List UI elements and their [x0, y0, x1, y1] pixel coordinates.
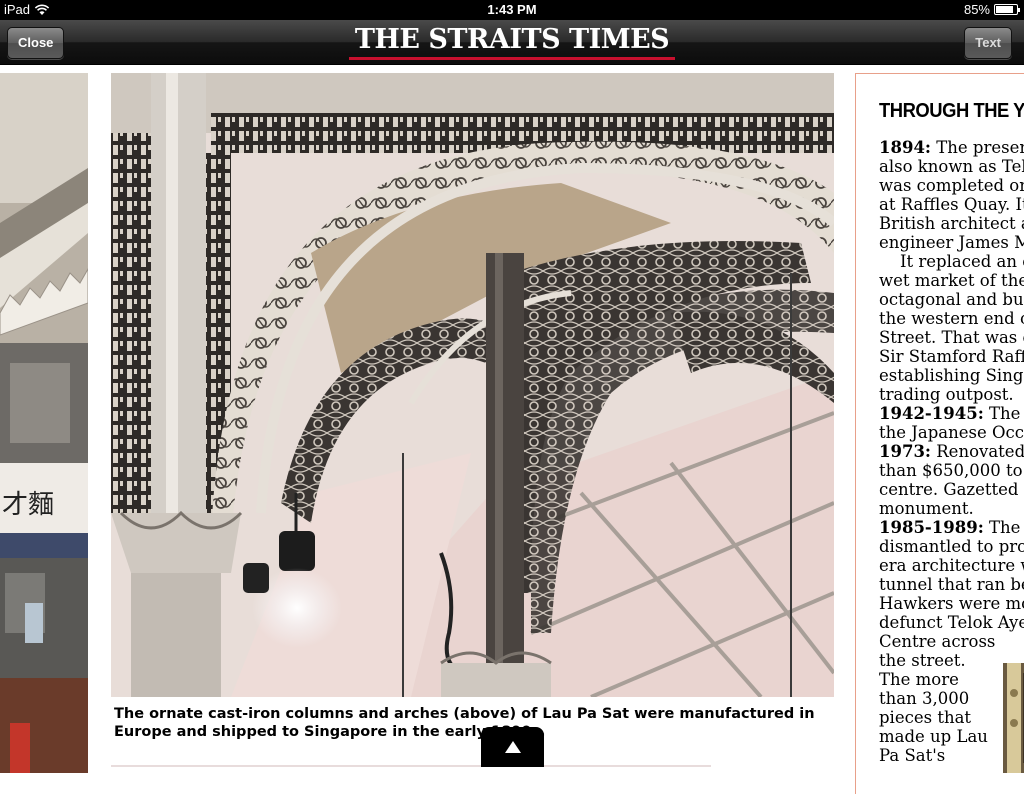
masthead-title: THE STRAITS TIMES [348, 25, 676, 60]
line-text: monument. [879, 499, 974, 518]
year-label: 1985-1989: [879, 518, 984, 537]
line-text: than $650,000 to [879, 461, 1023, 480]
show-toolbar-button[interactable] [481, 727, 544, 767]
sidebar-text-line: defunct Telok Aye [879, 613, 1024, 632]
stall-sign-text: 才麵 [2, 490, 54, 520]
line-text: The present [936, 138, 1024, 157]
sidebar-text-line: Sir Stamford Raffle [879, 347, 1024, 366]
sidebar-text-line: centre. Gazetted a [879, 480, 1024, 499]
sidebar-text-line: 1942-1945: The n [879, 404, 1024, 423]
sidebar-text-line: It replaced an e [879, 252, 1024, 271]
sidebar-text-line: Centre across [879, 632, 1024, 651]
sidebar-photo[interactable] [1003, 663, 1024, 773]
sidebar-text-line: era architecture w [879, 556, 1024, 575]
line-text: Pa Sat's [879, 746, 946, 765]
sidebar-text-line: tunnel that ran be [879, 575, 1024, 594]
sidebar-text-line: British architect ar [879, 214, 1024, 233]
line-text: also known as Tel [879, 157, 1024, 176]
status-bar: iPad 1:43 PM 85% [0, 0, 1024, 20]
line-text: than 3,000 [879, 689, 970, 708]
line-text: Sir Stamford Raffle [879, 347, 1024, 366]
sidebar-text-line: Street. That was co [879, 328, 1024, 347]
line-text: Renovated a [936, 442, 1024, 461]
photo-caption: The ornate cast-iron columns and arches … [114, 706, 815, 740]
sidebar-text-line: at Raffles Quay. It [879, 195, 1024, 214]
line-text: The n [989, 404, 1024, 423]
sidebar-text-line: 1985-1989: The b [879, 518, 1024, 537]
cast-iron-arches-photo[interactable] [111, 73, 834, 697]
history-sidebar[interactable]: THROUGH THE Y 1894: The presentalso know… [855, 73, 1024, 794]
line-text: tunnel that ran be [879, 575, 1024, 594]
status-right: 85% [963, 2, 1020, 17]
sidebar-text-line: wet market of the [879, 271, 1024, 290]
sidebar-text-line: 1973: Renovated a [879, 442, 1024, 461]
battery-percent: 85% [963, 2, 990, 17]
sidebar-text-line: than $650,000 to [879, 461, 1024, 480]
sidebar-title: THROUGH THE Y [879, 100, 1024, 122]
line-text: pieces that [879, 708, 972, 727]
year-label: 1894: [879, 138, 932, 157]
line-text: the street. [879, 651, 966, 670]
line-text: centre. Gazetted a [879, 480, 1024, 499]
clock: 1:43 PM [487, 2, 537, 17]
line-text: Centre across [879, 632, 996, 651]
battery-icon [994, 4, 1020, 15]
line-text: The b [989, 518, 1024, 537]
up-arrow-icon [505, 741, 521, 753]
year-label: 1973: [879, 442, 932, 461]
sidebar-text-line: also known as Tel [879, 157, 1024, 176]
line-text: Hawkers were mov [879, 594, 1024, 613]
line-text: British architect ar [879, 214, 1024, 233]
sidebar-text-line: octagonal and bui [879, 290, 1024, 309]
line-text: the Japanese Occu [879, 423, 1024, 442]
sidebar-text-line: Hawkers were mov [879, 594, 1024, 613]
line-text: was completed on [879, 176, 1024, 195]
navigation-bar: Close THE STRAITS TIMES Text [0, 20, 1024, 65]
section-divider [111, 765, 711, 767]
line-text: The more [879, 670, 959, 689]
line-text: made up Lau [879, 727, 988, 746]
sidebar-text-line: the western end o [879, 309, 1024, 328]
sidebar-text-line: engineer James Ma [879, 233, 1024, 252]
line-text: It replaced an e [879, 252, 1024, 271]
line-text: at Raffles Quay. It [879, 195, 1024, 214]
line-text: wet market of the [879, 271, 1024, 290]
sidebar-text-line: was completed on [879, 176, 1024, 195]
line-text: establishing Singa [879, 366, 1024, 385]
line-text: engineer James Ma [879, 233, 1024, 252]
line-text: dismantled to pro [879, 537, 1024, 556]
year-label: 1942-1945: [879, 404, 984, 423]
line-text: era architecture w [879, 556, 1024, 575]
masthead: THE STRAITS TIMES [0, 25, 1024, 60]
previous-photo[interactable]: 才麵 [0, 73, 88, 773]
line-text: the western end o [879, 309, 1024, 328]
sidebar-text-line: the Japanese Occu [879, 423, 1024, 442]
line-text: Street. That was co [879, 328, 1024, 347]
sidebar-text-line: dismantled to pro [879, 537, 1024, 556]
line-text: trading outpost. [879, 385, 1014, 404]
sidebar-text-line: establishing Singa [879, 366, 1024, 385]
article-page[interactable]: 才麵 The ornate cast-iron columns and arch… [0, 65, 1024, 794]
line-text: defunct Telok Aye [879, 613, 1024, 632]
line-text: octagonal and bui [879, 290, 1024, 309]
sidebar-text-line: 1894: The present [879, 138, 1024, 157]
sidebar-text-line: monument. [879, 499, 1024, 518]
text-view-button[interactable]: Text [964, 27, 1012, 59]
sidebar-text-line: trading outpost. [879, 385, 1024, 404]
